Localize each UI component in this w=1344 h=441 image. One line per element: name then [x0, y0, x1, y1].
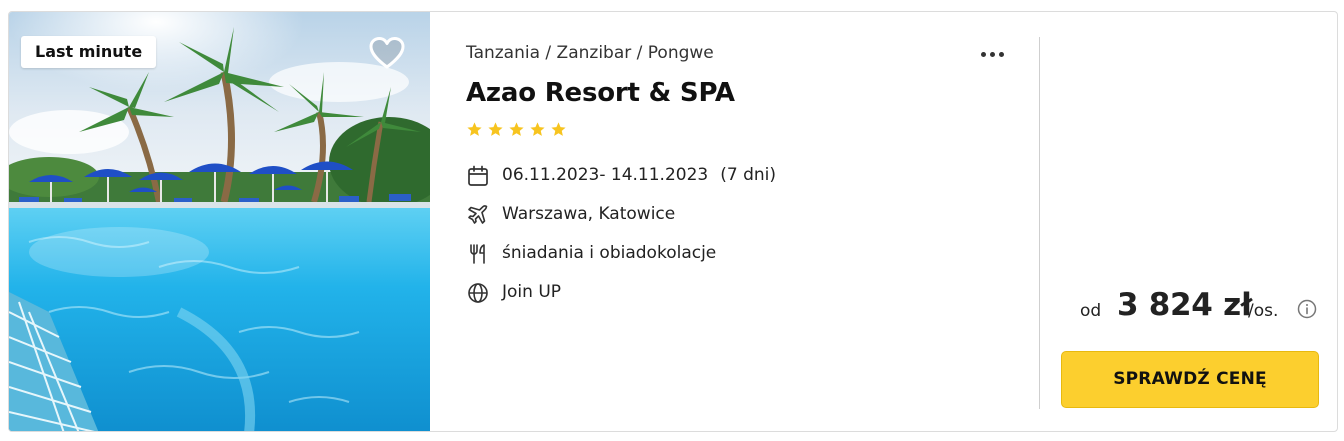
board-type: śniadania i obiadokolacje	[502, 243, 717, 263]
favorite-button[interactable]	[368, 36, 406, 70]
last-minute-badge: Last minute	[21, 36, 157, 68]
more-dot	[999, 52, 1004, 57]
info-icon[interactable]	[1296, 298, 1318, 320]
departure-cities: Warszawa, Katowice	[502, 204, 676, 224]
more-options-button[interactable]	[979, 42, 1015, 66]
hotel-name[interactable]: Azao Resort & SPA	[466, 78, 735, 108]
more-dots-icon	[981, 52, 986, 57]
heart-icon	[369, 37, 405, 69]
star-icon	[467, 122, 482, 136]
travel-dates: 06.11.2023- 14.11.2023	[502, 165, 709, 185]
tour-operator: Join UP	[502, 282, 562, 302]
plane-icon	[468, 205, 488, 224]
offer-card[interactable]: Last minute Tanzania / Zanzibar / Pongwe…	[8, 11, 1338, 432]
price-amount: 3 824 zł	[1117, 287, 1253, 323]
price-prefix: od	[1080, 301, 1102, 321]
more-dot	[990, 52, 995, 57]
price-block: od 3 824 zł /os.	[1069, 287, 1329, 327]
cutlery-icon	[470, 244, 485, 264]
hotel-rating-stars	[466, 121, 571, 141]
offer-details: Tanzania / Zanzibar / Pongwe Azao Resort…	[466, 12, 1046, 431]
price-divider	[1039, 37, 1040, 409]
calendar-icon	[468, 165, 488, 186]
star-icon	[530, 122, 545, 136]
star-icon	[488, 122, 503, 136]
star-icon	[551, 122, 566, 136]
travel-duration: (7 dni)	[720, 165, 776, 185]
price-suffix: /os.	[1248, 301, 1279, 321]
hotel-photo[interactable]: Last minute	[9, 12, 430, 431]
check-price-button[interactable]: SPRAWDŹ CENĘ	[1061, 351, 1319, 408]
hotel-photo-image	[9, 12, 430, 431]
globe-icon	[468, 283, 488, 303]
star-icon	[509, 122, 524, 136]
location-breadcrumb[interactable]: Tanzania / Zanzibar / Pongwe	[466, 43, 714, 63]
